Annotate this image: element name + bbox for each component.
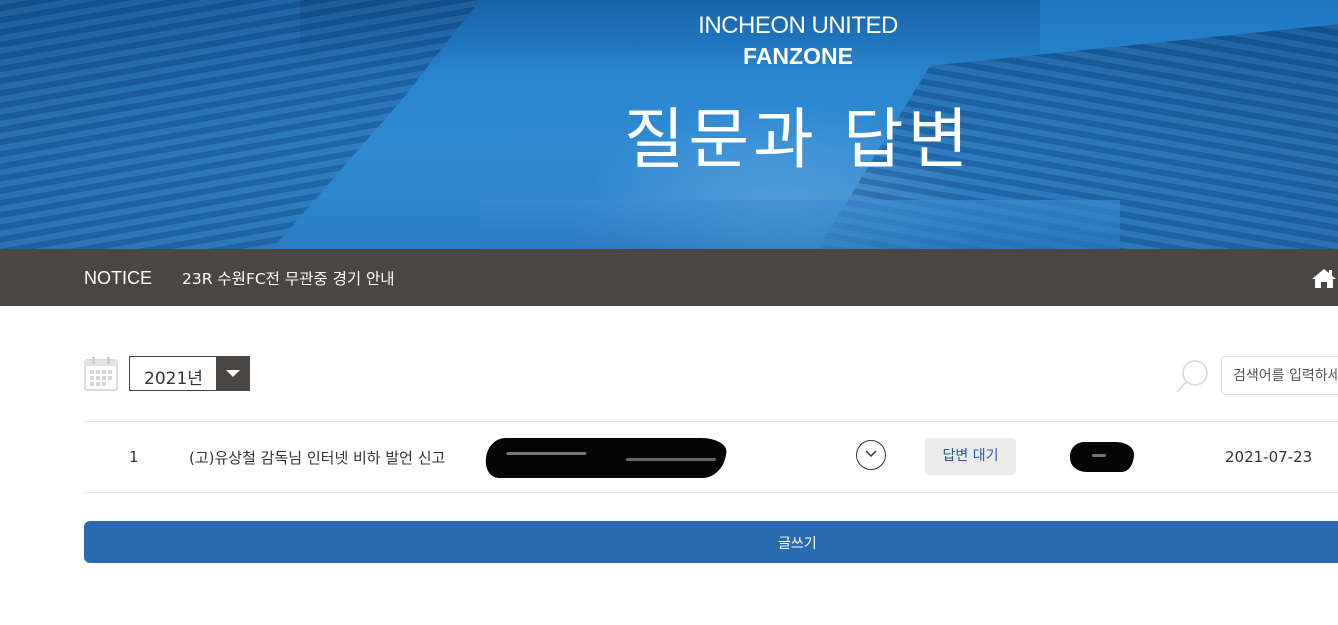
home-icon[interactable] (1310, 267, 1338, 289)
redaction-mark (1070, 442, 1134, 472)
calendar-icon (84, 357, 118, 391)
notice-bar: NOTICE 23R 수원FC전 무관중 경기 안내 (0, 249, 1338, 306)
stadium-stand-left (0, 0, 480, 249)
notice-link[interactable]: 23R 수원FC전 무관중 경기 안내 (182, 267, 395, 289)
year-select[interactable]: 2021년 (129, 356, 250, 391)
row-number: 1 (129, 448, 139, 466)
stadium-pitch (480, 200, 1120, 249)
notice-label: NOTICE (84, 268, 153, 288)
search-icon[interactable] (1175, 358, 1211, 394)
page-title: 질문과 답변 (623, 101, 973, 178)
status-badge: 답변 대기 (925, 438, 1016, 475)
redaction-mark (484, 438, 728, 478)
hero-banner: INCHEON UNITED FANZONE 질문과 답변 (0, 0, 1338, 249)
year-select-value: 2021년 (144, 369, 203, 389)
expand-button[interactable] (856, 440, 886, 470)
write-button[interactable]: 글쓰기 (84, 521, 1338, 563)
row-date: 2021-07-23 (1225, 448, 1313, 466)
club-name: INCHEON UNITED (698, 12, 898, 39)
chevron-down-icon[interactable] (216, 356, 250, 391)
chevron-down-icon (865, 450, 877, 458)
fanzone-label: FANZONE (743, 43, 853, 69)
row-title[interactable]: (고)유상철 감독님 인터넷 비하 발언 신고 (189, 447, 445, 468)
search-input[interactable] (1221, 356, 1338, 395)
write-button-label: 글쓰기 (778, 536, 817, 552)
question-list: 1 (고)유상철 감독님 인터넷 비하 발언 신고 답변 대기 2021-07-… (84, 421, 1338, 493)
